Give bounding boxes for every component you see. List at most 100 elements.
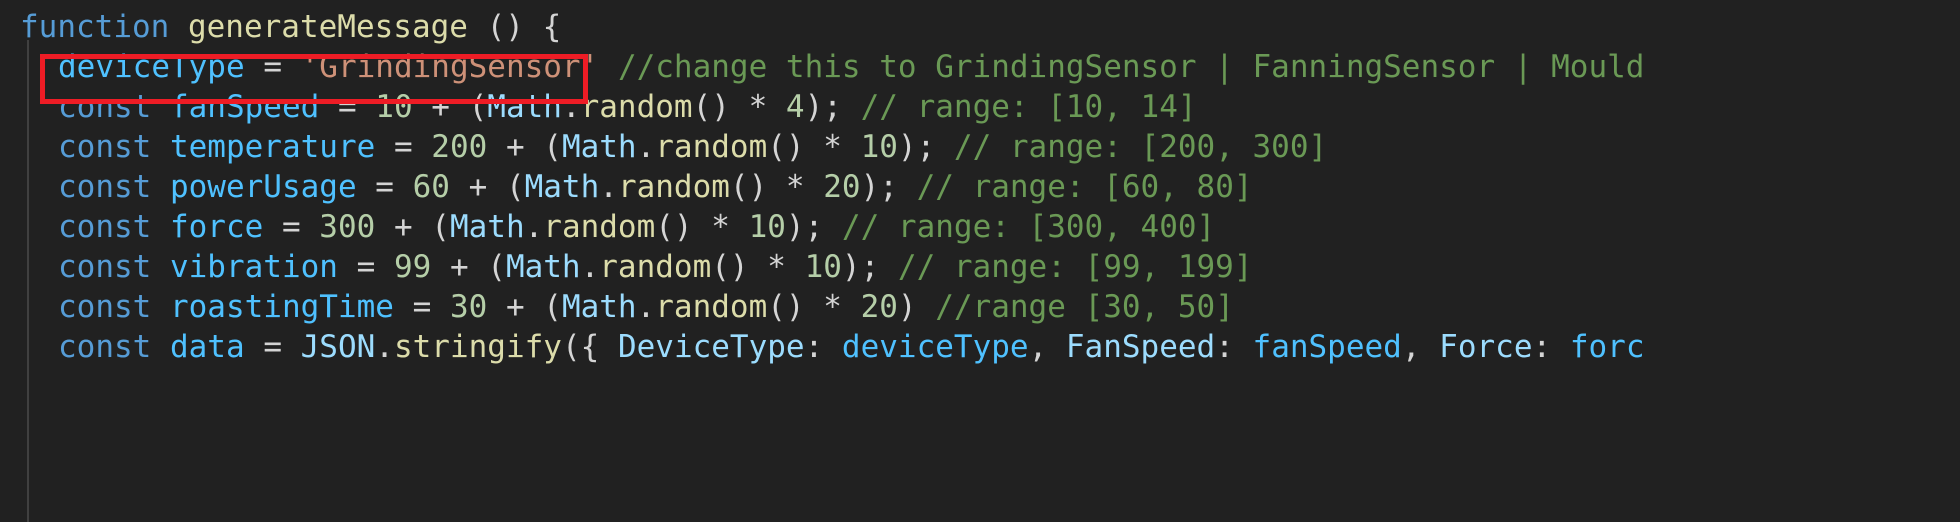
code-token: + ( <box>412 89 488 125</box>
code-token: ) <box>897 289 936 325</box>
code-token: = <box>375 169 413 205</box>
code-token: 10 <box>748 209 786 245</box>
code-token: ); <box>804 89 861 125</box>
code-token: () * <box>692 89 786 125</box>
code-token: Math <box>524 169 600 205</box>
code-token: = <box>356 249 394 285</box>
code-line[interactable]: function generateMessage () { <box>0 7 1960 47</box>
code-token: const <box>58 169 170 205</box>
code-token: const <box>58 129 170 165</box>
code-token: 300 <box>319 209 376 245</box>
code-token: random <box>580 89 693 125</box>
code-token: Force <box>1439 329 1533 365</box>
code-token: = <box>393 129 432 165</box>
code-token: . <box>636 129 656 165</box>
code-token: + ( <box>487 289 562 325</box>
code-token: roastingTime <box>169 289 413 325</box>
code-token: 10 <box>375 89 413 125</box>
code-token: FanSpeed <box>1065 329 1216 365</box>
code-token: random <box>599 249 712 285</box>
code-line[interactable]: const vibration = 99 + (Math.random() * … <box>0 247 1960 287</box>
code-token: //range [30, 50] <box>935 289 1234 325</box>
code-token: forc <box>1569 329 1645 365</box>
code-token: = <box>412 289 450 325</box>
code-token: : <box>1532 329 1570 365</box>
code-token: fanSpeed <box>1252 329 1402 365</box>
code-token: 'GrindingSensor' <box>300 49 600 85</box>
code-token: = <box>337 89 376 125</box>
code-token: const <box>58 289 170 325</box>
code-token: ); <box>841 249 898 285</box>
code-token: Math <box>449 209 525 245</box>
code-token: generateMessage <box>187 9 487 45</box>
code-token: Math <box>505 249 581 285</box>
code-token: . <box>375 329 394 365</box>
code-token: deviceType <box>58 49 264 85</box>
code-token: 60 <box>412 169 450 205</box>
code-token: : <box>1215 329 1253 365</box>
code-token: ({ <box>561 329 618 365</box>
code-token: fanSpeed <box>169 89 338 125</box>
code-token: function <box>20 9 188 45</box>
code-token: Math <box>561 129 637 165</box>
code-line[interactable]: const powerUsage = 60 + (Math.random() *… <box>0 167 1960 207</box>
code-token: () * <box>729 169 824 205</box>
code-token: = <box>263 329 301 365</box>
code-token: random <box>655 129 768 165</box>
code-token: ); <box>897 129 954 165</box>
code-token: vibration <box>169 249 357 285</box>
code-token: . <box>636 289 656 325</box>
code-token: + ( <box>375 209 450 245</box>
code-token: const <box>58 249 170 285</box>
code-token: 20 <box>860 289 898 325</box>
code-token: + ( <box>449 169 525 205</box>
code-line[interactable]: const fanSpeed = 10 + (Math.random() * 4… <box>0 87 1960 127</box>
code-token: = <box>263 49 301 85</box>
code-token: () * <box>655 209 749 245</box>
code-token: deviceType <box>841 329 1029 365</box>
code-token: JSON <box>300 329 376 365</box>
code-token: random <box>543 209 656 245</box>
code-token: 30 <box>449 289 488 325</box>
code-token: 200 <box>431 129 488 165</box>
code-token: random <box>655 289 768 325</box>
code-token: 10 <box>860 129 898 165</box>
code-token: const <box>58 209 170 245</box>
code-token: const <box>58 329 170 365</box>
code-token: : <box>804 329 842 365</box>
code-token: powerUsage <box>169 169 376 205</box>
code-editor-view: function generateMessage () {deviceType … <box>0 0 1960 522</box>
code-token: // range: [300, 400] <box>841 209 1216 245</box>
code-token: force <box>169 209 282 245</box>
code-token: . <box>599 169 618 205</box>
code-token: + ( <box>431 249 506 285</box>
code-token: // range: [200, 300] <box>953 129 1328 165</box>
code-token: temperature <box>169 129 394 165</box>
code-token: + ( <box>487 129 562 165</box>
code-token: stringify <box>393 329 562 365</box>
code-token: // range: [99, 199] <box>897 249 1253 285</box>
code-token: ); <box>860 169 917 205</box>
code-token: const <box>58 89 170 125</box>
code-token: () * <box>711 249 805 285</box>
code-token: . <box>561 89 581 125</box>
code-token: () * <box>767 289 861 325</box>
code-token: Math <box>487 89 562 125</box>
code-content-area[interactable]: function generateMessage () {deviceType … <box>0 0 1960 367</box>
code-token: , <box>1401 329 1440 365</box>
code-line[interactable]: const data = JSON.stringify({ DeviceType… <box>0 327 1960 367</box>
code-token: , <box>1028 329 1066 365</box>
code-token: data <box>169 329 264 365</box>
code-line[interactable]: deviceType = 'GrindingSensor' //change t… <box>0 47 1960 87</box>
code-token: // range: [60, 80] <box>916 169 1253 205</box>
code-token: 4 <box>785 89 805 125</box>
code-token: ); <box>785 209 842 245</box>
code-line[interactable]: const temperature = 200 + (Math.random()… <box>0 127 1960 167</box>
code-token: // range: [10, 14] <box>860 89 1197 125</box>
code-line[interactable]: const force = 300 + (Math.random() * 10)… <box>0 207 1960 247</box>
code-token: DeviceType <box>617 329 805 365</box>
code-token: Math <box>561 289 637 325</box>
code-line[interactable]: const roastingTime = 30 + (Math.random()… <box>0 287 1960 327</box>
code-token: 10 <box>804 249 842 285</box>
